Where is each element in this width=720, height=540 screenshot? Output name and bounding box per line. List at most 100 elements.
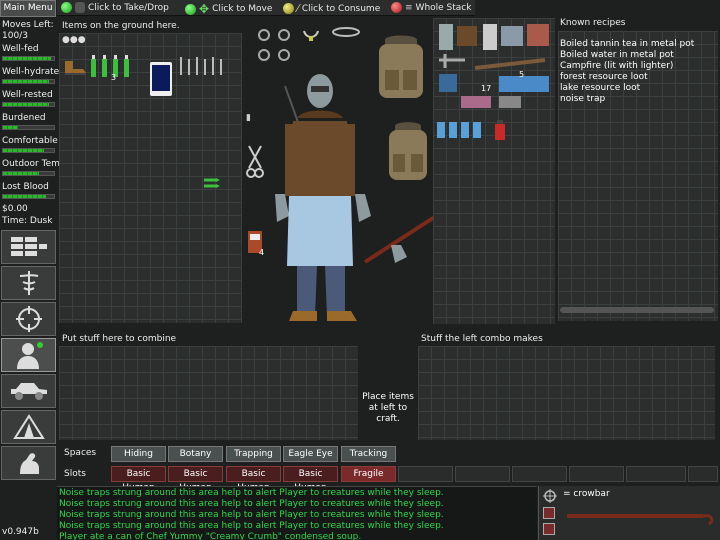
skill-tracking[interactable]: Tracking (341, 446, 396, 462)
backpack-icon[interactable] (371, 32, 431, 102)
boots-icon[interactable] (62, 55, 88, 77)
stat-bar-lost-blood (2, 194, 55, 199)
fork-icon: ⁄ (297, 2, 299, 15)
character-button[interactable] (1, 338, 56, 372)
ammo-icon[interactable]: ▮ (246, 113, 251, 123)
equipped-panel: = crowbar (538, 486, 720, 540)
stat-bar-comfortable (2, 148, 55, 153)
stat-outdoor-temp: Outdoor Tem (2, 159, 60, 169)
recipes-scrollbar[interactable] (560, 307, 714, 313)
recipes-title: Known recipes (560, 18, 626, 28)
stat-bar-outdoor-temp (2, 171, 55, 176)
strength-button[interactable] (1, 446, 56, 480)
noise-trap-icon[interactable]: ●●● (62, 35, 86, 45)
slot-basic-human[interactable]: Basic Human (226, 466, 281, 493)
skill-hiding[interactable]: Hiding (111, 446, 166, 462)
stack-icon: ≡ (405, 2, 413, 13)
slot-basic-human[interactable]: Basic Human (111, 466, 166, 493)
camp-button[interactable] (1, 410, 56, 444)
slot-empty[interactable] (512, 466, 567, 482)
ground-panel-title: Items on the ground here. (62, 21, 180, 31)
recipes-list[interactable]: Boiled tannin tea in metal pot Boiled wat… (558, 31, 718, 321)
hint-label: Click to Take/Drop (88, 2, 169, 13)
main-menu-button[interactable]: Main Menu (0, 0, 56, 17)
recipe-item[interactable]: noise trap (558, 94, 718, 105)
hand-icon (75, 2, 85, 13)
camp-icon (12, 414, 45, 439)
water-bottles-icon[interactable] (435, 118, 495, 140)
vehicle-button[interactable] (1, 374, 56, 408)
recipe-item[interactable]: lake resource loot (558, 83, 718, 94)
skill-trapping[interactable]: Trapping (226, 446, 281, 462)
slot-basic-human[interactable]: Basic Human (168, 466, 223, 493)
tablet-icon[interactable] (149, 61, 173, 97)
message-line: Noise traps strung around this area help… (59, 488, 444, 498)
yellow-dot-icon (283, 3, 294, 14)
medical-button[interactable] (1, 266, 56, 300)
belt-icon[interactable] (331, 26, 361, 38)
backpack-items-icon[interactable] (435, 20, 553, 112)
ring-slots-icon[interactable] (255, 26, 295, 66)
slot-fragile[interactable]: Fragile (341, 466, 396, 482)
stat-bar-burdened (2, 125, 55, 130)
skill-botany[interactable]: Botany (168, 446, 223, 462)
slot-basic-human[interactable]: Basic Human (283, 466, 338, 493)
hint-label: Whole Stack (415, 2, 472, 13)
inventory-button[interactable] (1, 230, 56, 264)
tools-icon[interactable] (177, 55, 227, 77)
backpack-icon[interactable] (383, 120, 433, 184)
time-of-day: Time: Dusk (2, 216, 53, 226)
backpack-stack-count: 5 (519, 70, 525, 79)
recipe-items: Boiled tannin tea in metal pot Boiled wat… (558, 31, 718, 105)
combine-input-grid[interactable] (59, 346, 358, 440)
fire-extinguisher-icon[interactable] (493, 118, 507, 142)
stat-lost-blood: Lost Blood (2, 182, 49, 192)
combine-output-grid[interactable] (418, 346, 715, 440)
hint-label: Click to Move (212, 4, 273, 14)
message-line: Noise traps strung around this area help… (59, 510, 444, 520)
skill-eagle-eye[interactable]: Eagle Eye (283, 446, 338, 462)
moves-left-value: 100/3 (2, 31, 28, 41)
hint-consume: ⁄ Click to Consume (283, 2, 380, 15)
stat-well-fed: Well-fed (2, 44, 39, 54)
ground-stack-count: 3 (111, 73, 117, 82)
recipe-item[interactable]: forest resource loot (558, 72, 718, 83)
scissors-icon[interactable] (245, 144, 265, 180)
recipe-item[interactable]: Boiled water in metal pot (558, 50, 718, 61)
target-icon (15, 306, 42, 332)
money-value: $0.00 (2, 204, 28, 214)
stat-bar-well-fed (2, 56, 55, 61)
vehicle-icon (10, 383, 47, 400)
stat-comfortable: Comfortable (2, 136, 58, 146)
message-line: Noise traps strung around this area help… (59, 499, 444, 509)
target-button[interactable] (1, 302, 56, 336)
ground-box-count: 4 (259, 248, 265, 257)
red-dot-icon (391, 2, 402, 13)
slot-empty[interactable] (626, 466, 686, 482)
crowbar-icon (567, 514, 714, 526)
crosshair-icon (543, 489, 557, 503)
backpack-inventory-grid[interactable]: 5 17 (433, 18, 555, 324)
message-line: Noise traps strung around this area help… (59, 521, 444, 531)
recipe-item[interactable]: Boiled tannin tea in metal pot (558, 39, 718, 50)
red-slot-icon[interactable] (543, 507, 555, 519)
character-equipment-area: ▮ 4 (243, 18, 469, 328)
green-dot-icon (185, 3, 196, 15)
hint-whole-stack: ≡ Whole Stack (391, 2, 471, 13)
cable-icon[interactable] (202, 176, 222, 190)
necklace-icon[interactable] (301, 28, 321, 44)
hint-label: Click to Consume (301, 3, 381, 14)
stat-well-hydrated: Well-hydrate (2, 67, 60, 77)
inventory-icon (10, 237, 47, 256)
slot-empty[interactable] (569, 466, 624, 482)
strength-icon (19, 453, 39, 474)
red-slot-icon[interactable] (543, 523, 555, 535)
ground-inventory-grid[interactable]: ●●● 3 (59, 33, 242, 323)
version-label: v0.947b (2, 527, 39, 537)
slot-empty[interactable] (455, 466, 510, 482)
slot-empty[interactable] (398, 466, 453, 482)
recipe-item[interactable]: Campfire (lit with lighter) (558, 61, 718, 72)
slot-empty[interactable] (688, 466, 718, 482)
stat-bar-well-hydrated (2, 79, 55, 84)
combine-title: Put stuff here to combine (62, 334, 177, 344)
